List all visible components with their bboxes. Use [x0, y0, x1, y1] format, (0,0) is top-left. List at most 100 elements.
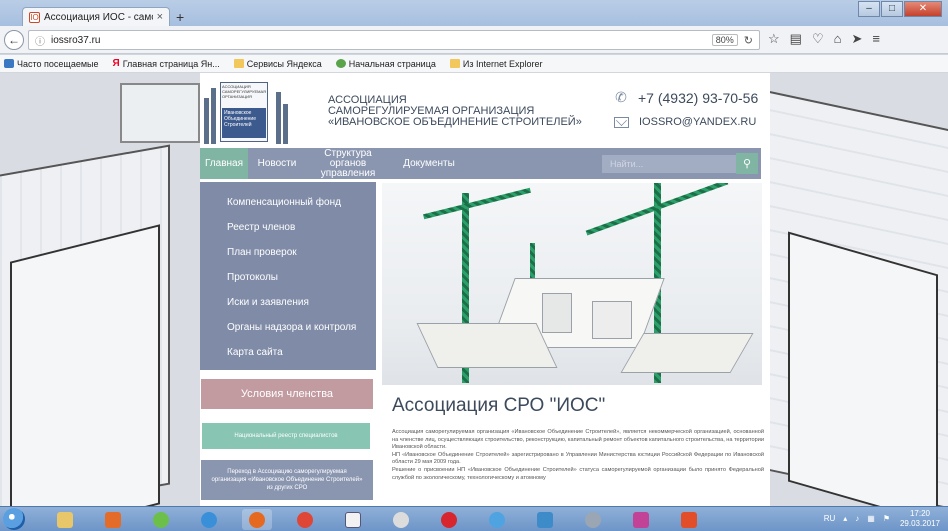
- taskbar-app-icq[interactable]: [146, 509, 176, 530]
- tray-arrow-icon[interactable]: ▴: [843, 514, 847, 523]
- bookmark-yandex-home[interactable]: Я Главная страница Ян...: [113, 58, 220, 69]
- pocket-icon[interactable]: ♡: [812, 31, 824, 47]
- menu-item-news[interactable]: Новости: [248, 148, 306, 179]
- email-address[interactable]: IOSSRO@YANDEX.RU: [639, 116, 756, 128]
- clock-time: 17:20: [909, 509, 931, 518]
- hero-construction-image: [382, 183, 762, 385]
- folder-icon: [449, 59, 460, 68]
- taskbar-app-chrome[interactable]: [290, 509, 320, 530]
- window-controls: ‒ □ ✕: [858, 1, 942, 17]
- start-button[interactable]: [3, 508, 25, 530]
- site-logo[interactable]: АССОЦИАЦИЯ САМОРЕГУЛИРУЕМАЯ ОРГАНИЗАЦИЯ …: [202, 78, 292, 144]
- bookmark-star-icon[interactable]: ☆: [768, 31, 780, 47]
- network-icon[interactable]: ▦: [867, 514, 875, 523]
- bookmarks-bar: Часто посещаемые Я Главная страница Ян...…: [0, 55, 948, 73]
- globe-icon: [335, 59, 346, 68]
- page-title: Ассоциация СРО "ИОС": [392, 395, 606, 416]
- taskbar-app-photos[interactable]: [530, 509, 560, 530]
- menu-item-documents[interactable]: Документы: [390, 148, 468, 179]
- phone-number[interactable]: +7 (4932) 93-70-56: [638, 90, 758, 106]
- tab-title: Ассоциация ИОС - самор...: [44, 11, 153, 23]
- url-text[interactable]: iossro37.ru: [51, 35, 706, 46]
- send-icon[interactable]: ➤: [851, 31, 862, 47]
- magnifier-icon: [393, 511, 409, 528]
- sidebar-item-supervisory-bodies[interactable]: Органы надзора и контроля: [200, 315, 376, 340]
- organization-name: АССОЦИАЦИЯ САМОРЕГУЛИРУЕМАЯ ОРГАНИЗАЦИЯ …: [328, 94, 582, 128]
- menu-item-home[interactable]: Главная: [200, 148, 248, 179]
- membership-terms-button[interactable]: Условия членства: [201, 379, 373, 409]
- page-viewport: АССОЦИАЦИЯ САМОРЕГУЛИРУЕМАЯ ОРГАНИЗАЦИЯ …: [0, 73, 948, 506]
- sidebar-item-protocols[interactable]: Протоколы: [200, 265, 376, 290]
- logo-name-block: Ивановское Объединение Строителей: [222, 108, 266, 138]
- sidebar-item-members-registry[interactable]: Реестр членов: [200, 215, 376, 240]
- browser-toolbar: ☆ ▤ ♡ ⌂ ➤ ≡: [768, 31, 880, 47]
- tab-close-icon[interactable]: ×: [157, 11, 163, 23]
- address-bar[interactable]: ⓘ iossro37.ru 80% ↻: [28, 30, 760, 50]
- bookmark-start-page[interactable]: Начальная страница: [335, 59, 436, 69]
- phone-icon: ✆: [615, 89, 627, 105]
- taskbar-app-tools[interactable]: [578, 509, 608, 530]
- home-icon[interactable]: ⌂: [834, 31, 842, 47]
- taskbar-app-media[interactable]: [98, 509, 128, 530]
- search-button[interactable]: ⚲: [736, 153, 758, 174]
- info-icon[interactable]: ⓘ: [35, 33, 45, 48]
- gear-icon: [585, 511, 601, 528]
- opera-icon: [441, 511, 457, 528]
- language-indicator[interactable]: RU: [824, 514, 836, 523]
- zoom-indicator[interactable]: 80%: [711, 34, 738, 46]
- taskbar-app-search[interactable]: [386, 509, 416, 530]
- picture-icon: [537, 511, 553, 528]
- menu-item-structure[interactable]: Структура органов управления: [306, 148, 390, 179]
- chat-icon: [153, 511, 169, 528]
- internet-explorer-icon: [201, 511, 217, 528]
- yandex-icon: Я: [112, 58, 120, 69]
- system-clock[interactable]: 17:20 29.03.2017: [896, 509, 944, 529]
- taskbar-app-ie[interactable]: [194, 509, 224, 530]
- bookmark-yandex-services[interactable]: Сервисы Яндекса: [233, 59, 322, 69]
- sidebar-item-sitemap[interactable]: Карта сайта: [200, 340, 376, 365]
- phone-contact[interactable]: ✆ +7 (4932) 93-70-56: [614, 89, 758, 106]
- maximize-button[interactable]: □: [881, 1, 903, 17]
- site-container: АССОЦИАЦИЯ САМОРЕГУЛИРУЕМАЯ ОРГАНИЗАЦИЯ …: [200, 73, 770, 506]
- bookmark-icon: [4, 59, 14, 68]
- background-blueprint: [120, 83, 200, 143]
- sidebar-item-claims[interactable]: Иски и заявления: [200, 290, 376, 315]
- taskbar-app-explorer[interactable]: [50, 509, 80, 530]
- folder-icon: [57, 511, 73, 528]
- contacts-block: ✆ +7 (4932) 93-70-56 IOSSRO@YANDEX.RU: [614, 89, 758, 128]
- transfer-from-sro-button[interactable]: Переход в Ассоциацию саморегулируемая ор…: [201, 460, 373, 500]
- taskbar-app-notepad[interactable]: [338, 509, 368, 530]
- sidebar-item-inspection-plan[interactable]: План проверок: [200, 240, 376, 265]
- national-registry-button[interactable]: Национальный реестр специалистов: [202, 423, 370, 449]
- browser-navbar: ← ⓘ iossro37.ru 80% ↻ ☆ ▤ ♡ ⌂ ➤ ≡: [0, 26, 948, 54]
- volume-icon[interactable]: ♪: [855, 514, 859, 523]
- back-arrow-icon[interactable]: ←: [4, 30, 24, 50]
- minimize-button[interactable]: ‒: [858, 1, 880, 17]
- clock-date: 29.03.2017: [899, 519, 941, 528]
- document-icon: [345, 511, 361, 528]
- reload-icon[interactable]: ↻: [744, 34, 753, 47]
- taskbar-app-firefox[interactable]: [242, 509, 272, 530]
- taskbar-app-chat[interactable]: [626, 509, 656, 530]
- flag-icon[interactable]: ⚑: [883, 514, 890, 523]
- browser-titlebar: IO Ассоциация ИОС - самор... × + ‒ □ ✕: [0, 0, 948, 26]
- browser-tab[interactable]: IO Ассоциация ИОС - самор... ×: [22, 7, 170, 26]
- taskbar-app-pdf[interactable]: [674, 509, 704, 530]
- mail-icon: [614, 116, 629, 128]
- bookmark-ie-import[interactable]: Из Internet Explorer: [449, 59, 543, 69]
- search-input[interactable]: Найти...: [602, 155, 736, 173]
- close-window-button[interactable]: ✕: [904, 1, 942, 17]
- menu-icon[interactable]: ≡: [872, 31, 880, 47]
- sidebar-item-compensation-fund[interactable]: Компенсационный фонд: [200, 190, 376, 215]
- taskbar-app-messenger[interactable]: [482, 509, 512, 530]
- bookmark-frequent[interactable]: Часто посещаемые: [4, 59, 99, 69]
- email-contact[interactable]: IOSSRO@YANDEX.RU: [614, 116, 758, 128]
- new-tab-button[interactable]: +: [176, 9, 184, 25]
- app-icon: [633, 511, 649, 528]
- folder-icon: [233, 59, 244, 68]
- search-icon: ⚲: [742, 158, 752, 170]
- windows-taskbar: RU ▴ ♪ ▦ ⚑ 17:20 29.03.2017: [0, 506, 948, 531]
- clipboard-icon[interactable]: ▤: [790, 31, 802, 47]
- taskbar-app-opera[interactable]: [434, 509, 464, 530]
- background-room-render: [10, 224, 160, 506]
